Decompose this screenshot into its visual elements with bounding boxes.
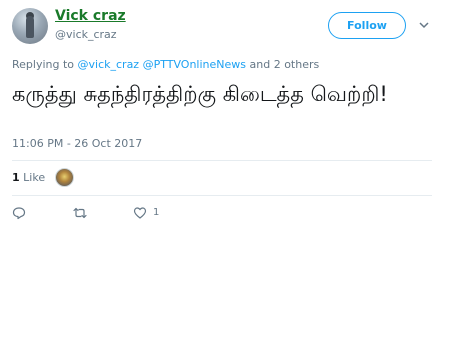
retweet-icon[interactable]: [73, 206, 87, 220]
likes-stat[interactable]: 1 Like: [12, 171, 45, 184]
liker-avatar[interactable]: [55, 168, 74, 187]
replying-to-prefix: Replying to: [12, 58, 75, 71]
user-handle[interactable]: @vick_craz: [55, 28, 117, 41]
divider: [12, 160, 432, 161]
replying-to: Replying to @vick_craz @PTTVOnlineNews a…: [12, 58, 319, 71]
reply-icon[interactable]: [12, 206, 26, 220]
likes-count: 1: [12, 171, 20, 184]
divider: [12, 195, 432, 196]
tweet-text: கருத்து சுதந்திரத்திற்கு கிடைத்த வெற்றி!: [12, 82, 388, 106]
mention-link[interactable]: @vick_craz: [78, 58, 140, 71]
mention-link[interactable]: @PTTVOnlineNews: [143, 58, 246, 71]
like-count: 1: [153, 207, 160, 218]
chevron-down-icon[interactable]: [418, 19, 430, 31]
avatar-figure: [26, 16, 34, 38]
avatar[interactable]: [12, 8, 48, 44]
heart-icon[interactable]: [133, 206, 147, 220]
likes-label: Like: [23, 171, 46, 184]
follow-button[interactable]: Follow: [328, 12, 406, 39]
tweet-timestamp[interactable]: 11:06 PM - 26 Oct 2017: [12, 137, 142, 150]
display-name[interactable]: Vick craz: [55, 8, 126, 24]
replying-to-suffix[interactable]: and 2 others: [250, 58, 320, 71]
